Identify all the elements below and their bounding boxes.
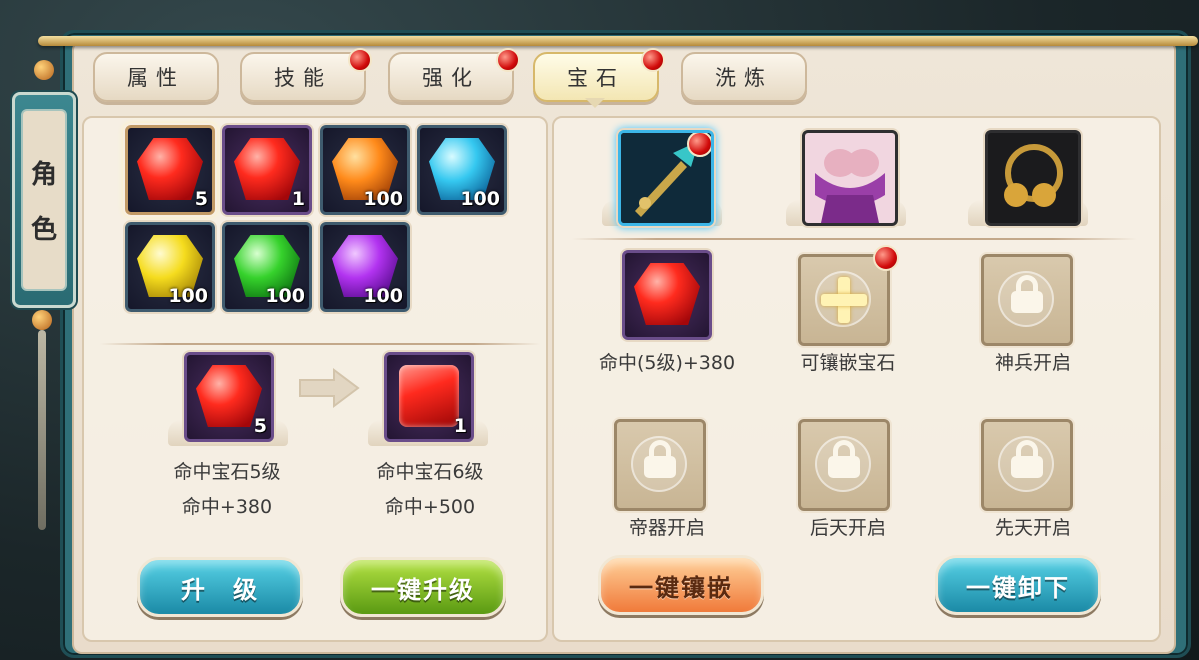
section-divider (572, 238, 1137, 240)
bell-accessory-icon (988, 133, 1078, 223)
side-tab-character[interactable]: 角 色 (12, 92, 76, 308)
upgrade-all-button[interactable]: 一键升级 (340, 557, 506, 617)
side-tab-inner: 角 色 (21, 109, 67, 291)
result-gem-stat: 命中+500 (384, 496, 476, 518)
inventory-gem-slot[interactable]: 100 (417, 125, 507, 215)
socket-locked[interactable] (981, 419, 1073, 511)
tab-refine[interactable]: 洗炼 (681, 52, 807, 102)
tab-skills[interactable]: 技能 (240, 48, 372, 102)
result-gem-name: 命中宝石6级 (376, 461, 484, 483)
gem-quantity: 5 (194, 188, 208, 210)
tab-label: 属性 (127, 66, 185, 90)
lock-icon (1011, 456, 1043, 478)
lock-icon (1011, 291, 1043, 313)
socket-label: 先天开启 (994, 517, 1071, 539)
red-gem-icon (196, 365, 262, 427)
inventory-gem-slot[interactable]: 100 (320, 222, 410, 312)
socket-label: 命中(5级)+380 (598, 352, 736, 374)
tab-label: 宝石 (567, 66, 625, 90)
active-tab-pointer (585, 98, 605, 108)
tab-label: 强化 (422, 66, 480, 90)
socket-gem[interactable] (622, 250, 712, 340)
inventory-gem-slot[interactable]: 100 (222, 222, 312, 312)
tab-gems[interactable]: 宝石 (533, 48, 665, 102)
red-gem-icon (234, 138, 300, 200)
notification-badge (348, 48, 372, 72)
gem-quantity: 5 (253, 415, 267, 437)
inventory-gem-slot[interactable]: 100 (125, 222, 215, 312)
bead-ornament (32, 310, 52, 330)
upgrade-result-gem: 1 (384, 352, 474, 442)
socket-label: 后天开启 (809, 517, 886, 539)
notification-badge (873, 245, 899, 271)
socket-label: 帝器开启 (628, 517, 705, 539)
armor-icon (805, 133, 895, 223)
red-gem-icon (634, 263, 700, 325)
equipment-slot-weapon[interactable] (618, 130, 714, 226)
red-gem-icon (399, 365, 459, 427)
gem-quantity: 100 (168, 285, 208, 307)
equipment-slot-armor[interactable] (802, 130, 898, 226)
notification-badge (641, 48, 665, 72)
plus-icon (821, 294, 867, 306)
side-tab-char: 角 (30, 160, 57, 190)
socket-label: 神兵开启 (994, 352, 1071, 374)
scroll-rod (38, 36, 1198, 46)
lock-icon (828, 456, 860, 478)
notification-badge (496, 48, 520, 72)
inventory-gem-slot[interactable]: 100 (320, 125, 410, 215)
bead-ornament (34, 60, 54, 80)
side-tab-char: 色 (30, 215, 57, 245)
tab-label: 技能 (274, 66, 332, 90)
inlay-all-button[interactable]: 一键镶嵌 (598, 555, 764, 615)
tab-enhance[interactable]: 强化 (388, 48, 520, 102)
socket-locked[interactable] (798, 419, 890, 511)
notification-badge (687, 133, 711, 157)
tab-attributes[interactable]: 属性 (93, 52, 219, 102)
gem-quantity: 100 (363, 188, 403, 210)
tassel (38, 330, 46, 530)
tab-label: 洗炼 (715, 66, 773, 90)
lock-icon (644, 456, 676, 478)
arrow-right-icon (299, 368, 360, 408)
gem-quantity: 100 (363, 285, 403, 307)
gem-quantity: 1 (291, 188, 305, 210)
gem-quantity: 100 (460, 188, 500, 210)
socket-locked[interactable] (614, 419, 706, 511)
upgrade-source-gem: 5 (184, 352, 274, 442)
upgrade-button[interactable]: 升 级 (137, 557, 303, 617)
inventory-gem-slot[interactable]: 5 (125, 125, 215, 215)
inventory-gem-slot[interactable]: 1 (222, 125, 312, 215)
section-divider (100, 343, 540, 345)
socket-locked[interactable] (981, 254, 1073, 346)
source-gem-stat: 命中+380 (181, 496, 273, 518)
equipment-slot-accessory[interactable] (985, 130, 1081, 226)
socket-label: 可镶嵌宝石 (800, 352, 896, 374)
remove-all-button[interactable]: 一键卸下 (935, 555, 1101, 615)
gem-quantity: 1 (453, 415, 467, 437)
source-gem-name: 命中宝石5级 (173, 461, 281, 483)
gem-quantity: 100 (265, 285, 305, 307)
socket-add[interactable] (798, 245, 899, 346)
red-gem-icon (137, 138, 203, 200)
